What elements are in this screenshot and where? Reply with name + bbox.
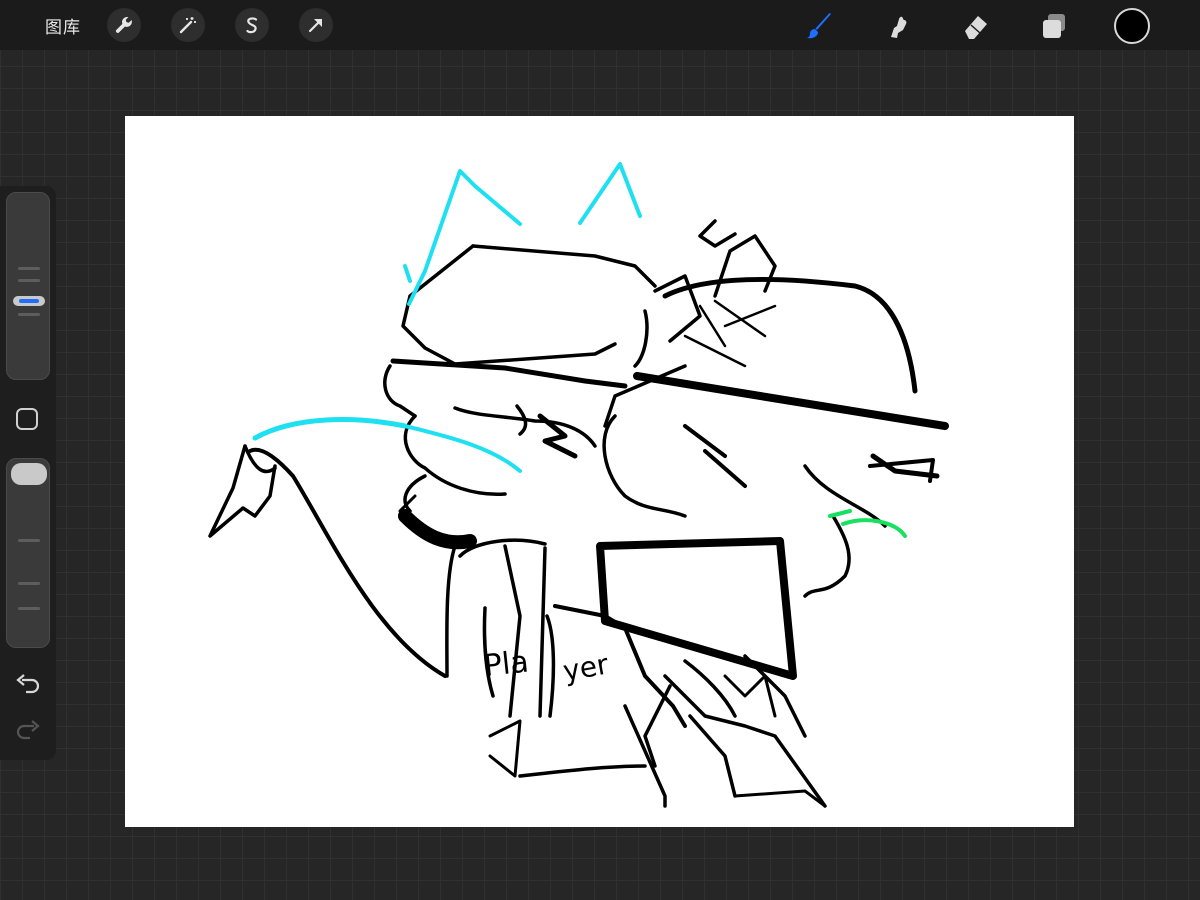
magic-wand-icon	[179, 17, 196, 34]
undo-button[interactable]	[14, 674, 42, 698]
left-sidebar	[0, 186, 56, 760]
transform-button[interactable]	[299, 8, 333, 42]
slider-tick	[18, 267, 40, 270]
slider-tick	[18, 582, 40, 585]
eraser-icon	[965, 16, 987, 39]
selection-button[interactable]	[235, 8, 269, 42]
layers-icon	[1043, 14, 1065, 38]
top-toolbar: 图库	[0, 0, 1200, 50]
slider-tick	[18, 539, 40, 542]
redo-button[interactable]	[14, 720, 42, 744]
transform-arrow-icon	[308, 18, 323, 33]
drawing-canvas[interactable]: Pla yer	[125, 116, 1074, 827]
actions-button[interactable]	[107, 8, 141, 42]
brush-tool-button[interactable]	[802, 8, 838, 44]
selection-icon	[246, 17, 258, 34]
brush-size-handle[interactable]	[13, 296, 45, 306]
sketch-artwork: Pla yer	[208, 162, 949, 808]
adjustments-button[interactable]	[171, 8, 205, 42]
layers-button[interactable]	[1036, 8, 1072, 44]
gallery-button[interactable]: 图库	[45, 13, 81, 38]
brush-icon	[807, 13, 831, 39]
brush-size-slider[interactable]	[6, 192, 50, 380]
canvas-text-yer: yer	[560, 647, 611, 687]
smudge-tool-button[interactable]	[880, 8, 916, 44]
eraser-tool-button[interactable]	[958, 8, 994, 44]
smudge-icon	[891, 16, 907, 38]
opacity-handle[interactable]	[11, 463, 47, 485]
color-picker-swatch[interactable]	[1114, 8, 1150, 44]
modify-button[interactable]	[16, 408, 38, 430]
slider-tick	[18, 313, 40, 316]
wrench-icon	[115, 16, 132, 33]
slider-tick	[18, 279, 40, 282]
opacity-slider[interactable]	[6, 458, 50, 648]
slider-tick	[18, 607, 40, 610]
canvas-text-pla: Pla	[482, 644, 530, 683]
